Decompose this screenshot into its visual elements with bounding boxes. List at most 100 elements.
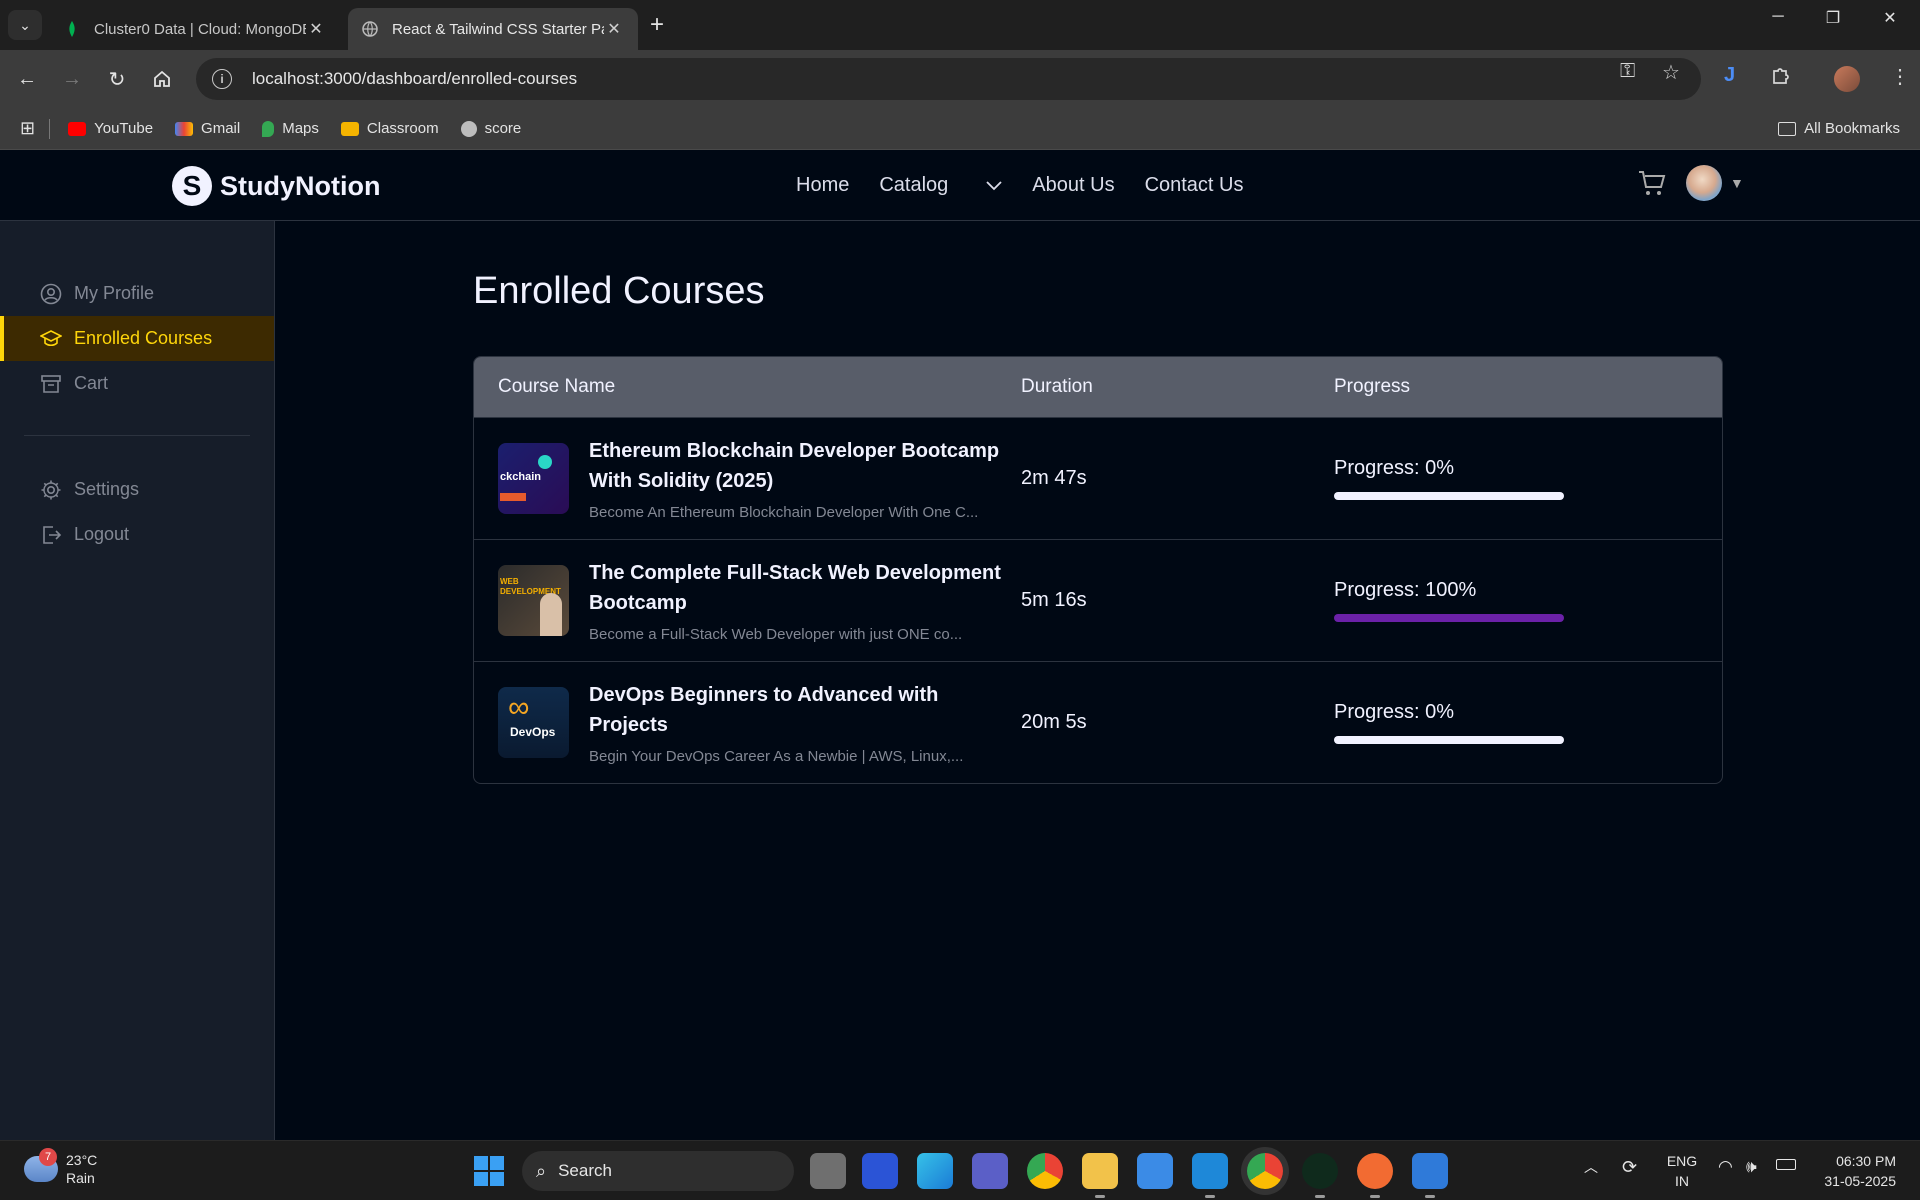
cart-icon[interactable] (1636, 167, 1668, 199)
tab-search-button[interactable]: ⌄ (8, 10, 42, 40)
youtube-icon (68, 121, 87, 136)
caret-down-icon[interactable]: ▼ (1730, 175, 1744, 191)
extensions-puzzle-icon[interactable] (1770, 64, 1792, 92)
nav-link-contact[interactable]: Contact Us (1145, 174, 1244, 197)
sidebar-item-enrolled-courses[interactable]: Enrolled Courses (0, 316, 274, 361)
course-name-cell[interactable]: ckchain Ethereum Blockchain Developer Bo… (474, 436, 1021, 521)
tab-react-starter[interactable]: React & Tailwind CSS Starter Pack ✕ (348, 8, 638, 50)
back-icon[interactable]: ← (12, 64, 42, 94)
reload-icon[interactable]: ↻ (102, 64, 132, 94)
bookmark-classroom[interactable]: Classroom (340, 120, 439, 137)
course-title[interactable]: The Complete Full-Stack Web Development … (589, 558, 1009, 618)
new-tab-button[interactable]: + (650, 11, 664, 39)
apps-grid-icon[interactable]: ⊞ (20, 118, 35, 139)
table-row[interactable]: ckchain Ethereum Blockchain Developer Bo… (474, 417, 1722, 539)
bookmarks-separator (49, 118, 51, 139)
thumbnail-text: ckchain (500, 471, 541, 483)
chevron-down-icon (986, 180, 1002, 190)
bookmark-maps[interactable]: Maps (262, 120, 319, 137)
sync-icon[interactable]: ⟳ (1622, 1157, 1637, 1178)
user-avatar[interactable] (1686, 165, 1722, 201)
wifi-icon[interactable]: ◠ (1718, 1157, 1733, 1177)
task-view-icon[interactable] (810, 1153, 846, 1189)
course-description: Become a Full-Stack Web Developer with j… (589, 626, 963, 643)
taskbar-clock[interactable]: 06:30 PM 31-05-2025 (1816, 1151, 1896, 1191)
user-circle-icon (40, 283, 62, 305)
progress-bar (1334, 736, 1564, 744)
gear-icon (40, 479, 62, 501)
bookmark-gmail[interactable]: Gmail (175, 120, 240, 137)
course-description: Become An Ethereum Blockchain Developer … (589, 504, 979, 521)
home-icon[interactable] (147, 64, 177, 94)
address-bar[interactable]: i localhost:3000/dashboard/enrolled-cour… (196, 58, 1701, 100)
edge-icon[interactable] (917, 1153, 953, 1189)
course-name-cell[interactable]: ∞ DevOps DevOps Beginners to Advanced wi… (474, 680, 1021, 765)
windows-start-icon[interactable] (474, 1156, 504, 1186)
chrome-icon[interactable] (1027, 1153, 1063, 1189)
nav-link-catalog[interactable]: Catalog (879, 174, 1002, 197)
course-name-cell[interactable]: WEB DEVELOPMENT The Complete Full-Stack … (474, 558, 1021, 643)
bookmark-score[interactable]: score (460, 120, 521, 137)
course-title[interactable]: Ethereum Blockchain Developer Bootcamp W… (589, 436, 1009, 496)
extension-icon[interactable]: J (1724, 64, 1735, 87)
gmail-icon (175, 121, 194, 136)
mongodb-compass-icon[interactable] (1302, 1153, 1338, 1198)
column-header-progress: Progress (1334, 376, 1411, 397)
url-text[interactable]: localhost:3000/dashboard/enrolled-course… (252, 69, 577, 89)
chrome-active-icon[interactable] (1247, 1153, 1283, 1189)
window-close-icon[interactable]: ✕ (1870, 8, 1910, 28)
minimize-icon[interactable]: ─ (1758, 8, 1798, 26)
microsoft-store-icon[interactable] (1137, 1153, 1173, 1189)
postman-icon[interactable] (1357, 1153, 1393, 1198)
site-info-icon[interactable]: i (212, 69, 232, 89)
sidebar-item-label: Cart (74, 373, 109, 393)
language-indicator[interactable]: ENG IN (1664, 1151, 1700, 1191)
course-thumbnail: WEB DEVELOPMENT (498, 565, 569, 636)
forward-icon[interactable]: → (57, 64, 87, 94)
studynotion-logo[interactable]: S StudyNotion (172, 166, 380, 206)
nav-link-home[interactable]: Home (796, 174, 849, 197)
infinity-icon: ∞ (508, 691, 530, 724)
navbar-user-area: ▼ (1636, 165, 1744, 201)
sidebar-item-logout[interactable]: Logout (0, 512, 274, 557)
bookmarks-bar: ⊞ YouTube Gmail Maps Classroom score All… (0, 108, 1920, 150)
photos-icon[interactable] (1412, 1153, 1448, 1198)
sidebar-item-my-profile[interactable]: My Profile (0, 271, 274, 316)
battery-icon[interactable] (1776, 1159, 1796, 1170)
tab-close-icon[interactable]: ✕ (604, 19, 624, 39)
bookmark-youtube[interactable]: YouTube (68, 120, 153, 137)
app-icon[interactable] (862, 1153, 898, 1189)
progress-label: Progress: 0% (1334, 457, 1455, 479)
page-title: Enrolled Courses (473, 270, 765, 312)
tab-close-icon[interactable]: ✕ (306, 19, 326, 39)
weather-widget[interactable]: 7 23°C Rain (24, 1148, 98, 1187)
tab-mongodb[interactable]: Cluster0 Data | Cloud: MongoDB Cloud ✕ (50, 8, 340, 50)
chevron-up-icon[interactable]: ︿ (1584, 1157, 1598, 1177)
browser-menu-icon[interactable]: ⋮ (1890, 64, 1910, 89)
volume-icon[interactable]: 🕪 (1746, 1157, 1757, 1177)
sidebar-item-cart[interactable]: Cart (0, 361, 274, 406)
course-title[interactable]: DevOps Beginners to Advanced with Projec… (589, 680, 1009, 740)
taskbar-search[interactable]: ⌕ Search (522, 1151, 794, 1191)
sidebar-item-label: Logout (74, 524, 130, 544)
tab-title: React & Tailwind CSS Starter Pack (392, 20, 604, 38)
weather-badge: 7 (39, 1148, 57, 1166)
sidebar-item-settings[interactable]: Settings (0, 467, 274, 512)
file-explorer-icon[interactable] (1082, 1153, 1118, 1198)
all-bookmarks-button[interactable]: All Bookmarks (1778, 120, 1900, 137)
weather-temperature: 23°C (66, 1152, 98, 1168)
thumbnail-text: WEB DEVELOPMENT (500, 577, 561, 596)
bookmark-star-icon[interactable]: ☆ (1662, 60, 1680, 85)
browser-profile-avatar[interactable] (1834, 66, 1860, 92)
table-row[interactable]: ∞ DevOps DevOps Beginners to Advanced wi… (474, 661, 1722, 783)
course-duration: 5m 16s (1021, 589, 1087, 611)
restore-icon[interactable]: ❐ (1813, 8, 1853, 28)
vscode-icon[interactable] (1192, 1153, 1228, 1198)
password-key-icon[interactable]: ⚿ (1620, 60, 1635, 83)
nav-link-about[interactable]: About Us (1032, 174, 1114, 197)
weather-cloud-icon: 7 (24, 1148, 58, 1182)
table-row[interactable]: WEB DEVELOPMENT The Complete Full-Stack … (474, 539, 1722, 661)
course-description: Begin Your DevOps Career As a Newbie | A… (589, 748, 964, 765)
teams-icon[interactable] (972, 1153, 1008, 1189)
classroom-icon (340, 121, 359, 136)
